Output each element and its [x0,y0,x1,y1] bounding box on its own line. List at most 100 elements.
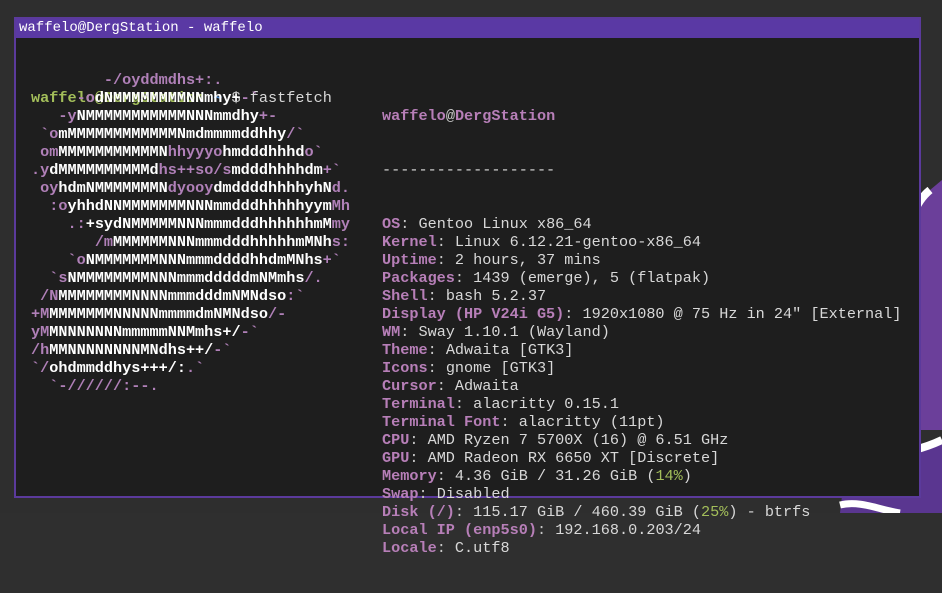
info-colon: : [436,539,455,557]
info-row: Swap: Disabled [382,485,902,503]
info-separator: ------------------- [382,161,556,179]
logo-segment: dMMMMMMMMMMd [49,161,159,179]
info-row: Locale: C.utf8 [382,539,902,557]
logo-segment: .: [67,215,86,233]
logo-line: `sNMMMMMMMMNNNmmmdddddmNMmhs/. [31,269,350,287]
logo-segment: NMMMMMMMMMMMNNNmmdhy [76,107,259,125]
info-key: CPU [382,431,410,449]
logo-line: .:+sydNMMMMMNNNmmmdddhhhhhhmMmy [31,215,350,233]
logo-segment: o` [304,143,323,161]
logo-line: +MMMMMMMMNNNNNmmmmdmNMNdso/- [31,305,350,323]
info-colon: : [436,251,455,269]
logo-segment: -` [213,341,232,359]
logo-segment [31,125,40,143]
logo-segment: /- [267,305,287,323]
info-row: Theme: Adwaita [GTK3] [382,341,902,359]
logo-segment: -/oyddmdhs+:. [103,71,223,89]
info-header: waffelo@DergStation [382,107,902,125]
logo-segment: . [31,161,41,179]
info-row: Terminal Font: alacritty (11pt) [382,413,902,431]
info-value-tail: ) [682,467,692,485]
logo-segment: hs++so/s [158,161,232,179]
gentoo-ascii-logo: -/oyddmdhs+:. -odNMMMMMMMMNNmhy+-` -yNMM… [31,71,350,395]
info-value: Disabled [436,485,510,503]
info-colon: : [427,359,446,377]
info-colon: : [454,395,474,413]
logo-segment: MMNNNNNNNNMNdhs++/ [49,341,214,359]
info-colon: : [500,413,519,431]
info-key: Theme [382,341,428,359]
info-key: Terminal Font [382,413,501,431]
info-colon: : [400,215,419,233]
logo-line: `/ohdmmddhys+++/:.` [31,359,350,377]
logo-line: oyhdmNMMMMMMMNdyooydmddddhhhhyhNd. [31,179,350,197]
logo-segment: MMMMMMNNNmmmdddhhhhhmMNh [113,233,332,251]
logo-segment: om [40,143,59,161]
logo-segment [31,197,49,215]
window-titlebar[interactable]: waffelo@DergStation - waffelo [16,19,919,38]
logo-line: yMMNNNNNNNmmmmmNNMmhs+/-` [31,323,350,341]
logo-line: -odNMMMMMMMMNNmhy+-` [31,89,350,107]
info-row: Packages: 1439 (emerge), 5 (flatpak) [382,269,902,287]
logo-segment: Mh [331,197,351,215]
terminal-window[interactable]: waffelo@DergStation - waffelo waffelo@De… [14,17,921,557]
info-colon: : [427,341,446,359]
logo-segment [31,143,40,161]
logo-segment: /m [94,233,114,251]
info-key: Icons [382,359,428,377]
logo-segment: -y [58,107,77,125]
info-at: @ [445,107,455,125]
info-row: Memory: 4.36 GiB / 31.26 GiB (14%) [382,467,902,485]
logo-segment: yM [31,323,50,341]
logo-segment [31,89,77,107]
info-colon: : [436,233,455,251]
logo-segment: MMMMMMMNNNNNmmmmdmNMNdso [49,305,268,323]
info-row: Icons: gnome [GTK3] [382,359,902,377]
system-info: waffelo@DergStation ------------------- … [382,71,902,593]
info-value: AMD Radeon RX 6650 XT [Discrete] [427,449,720,467]
logo-segment: y [40,161,50,179]
info-colon: : [436,467,455,485]
info-key: Locale [382,539,437,557]
logo-segment: .` [185,359,205,377]
info-value: alacritty (11pt) [518,413,665,431]
logo-segment: MNNNNNNNmmmmmNNMmhs+/ [49,323,241,341]
logo-segment: -o [76,89,95,107]
logo-segment [31,269,49,287]
logo-segment: hhyyyo [167,143,223,161]
logo-segment: NMMMMMMMMNNNmmmdddddmNMmhs [67,269,305,287]
info-row: Shell: bash 5.2.37 [382,287,902,305]
logo-segment [31,71,104,89]
info-key: WM [382,323,401,341]
logo-line: -yNMMMMMMMMMMMNNNmmdhy+- [31,107,350,125]
logo-segment [31,251,67,269]
info-row: CPU: AMD Ryzen 7 5700X (16) @ 6.51 GHz [382,431,902,449]
logo-segment: +M [31,305,50,323]
logo-line: `-//////:--. [31,377,350,395]
logo-line: `oNMMMMMMMNNNmmmddddhhdmMNhs+` [31,251,350,269]
logo-segment [31,233,95,251]
logo-segment: -` [240,89,259,107]
logo-segment [31,287,40,305]
info-row: Local IP (enp5s0): 192.168.0.203/24 [382,521,902,539]
info-value: 2 hours, 37 mins [454,251,601,269]
terminal-content[interactable]: waffelo@DergStation ~ $ fastfetch -/oydd… [31,53,919,557]
info-row: Terminal: alacritty 0.15.1 [382,395,902,413]
info-value: 192.168.0.203/24 [555,521,702,539]
info-key: Swap [382,485,419,503]
logo-segment [31,215,67,233]
logo-segment: `o [67,251,86,269]
logo-segment: dNMMMMMMMMNNmhy+ [94,89,241,107]
logo-line: /hMMNNNNNNNNMNdhs++/-` [31,341,350,359]
logo-segment: +` [322,161,341,179]
logo-segment: +` [322,251,341,269]
info-key: Uptime [382,251,437,269]
info-colon: : [418,485,437,503]
logo-segment: s: [331,233,351,251]
info-colon: : [564,305,583,323]
info-value: Linux 6.12.21-gentoo-x86_64 [454,233,701,251]
logo-segment: /. [304,269,323,287]
window-title: waffelo@DergStation - waffelo [19,20,263,36]
logo-segment: /` [286,125,305,143]
logo-segment [31,107,58,125]
